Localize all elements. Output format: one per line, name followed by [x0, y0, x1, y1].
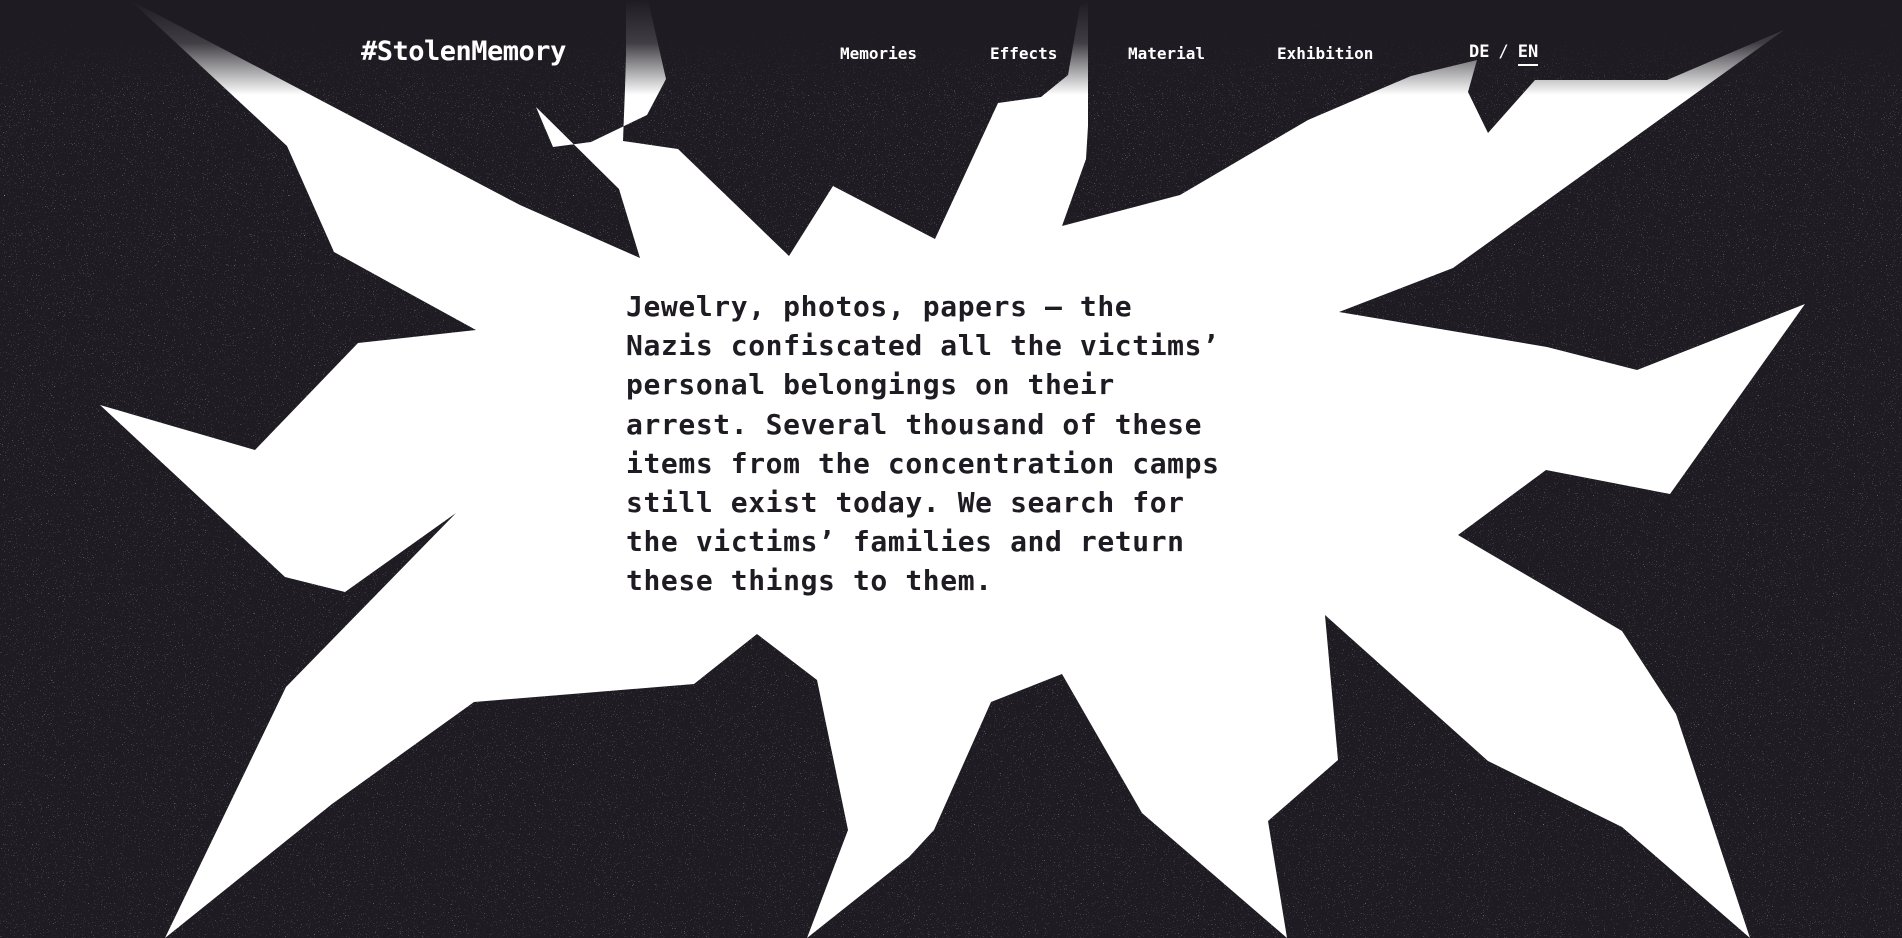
- language-en-link[interactable]: EN: [1517, 42, 1539, 66]
- nav-item-effects[interactable]: Effects: [990, 44, 1057, 63]
- site-logo[interactable]: #StolenMemory: [361, 36, 566, 67]
- nav-item-memories[interactable]: Memories: [840, 44, 917, 63]
- language-de-link[interactable]: DE: [1469, 42, 1489, 62]
- language-separator: /: [1498, 42, 1509, 62]
- nav-item-exhibition[interactable]: Exhibition: [1277, 44, 1373, 63]
- hero-intro-text: Jewelry, photos, papers – the Nazis conf…: [626, 290, 1220, 598]
- language-switcher: DE / EN: [1469, 42, 1539, 66]
- page: #StolenMemory Memories Effects Material …: [0, 0, 1902, 938]
- nav-item-material[interactable]: Material: [1128, 44, 1205, 63]
- site-header: #StolenMemory Memories Effects Material …: [0, 0, 1902, 110]
